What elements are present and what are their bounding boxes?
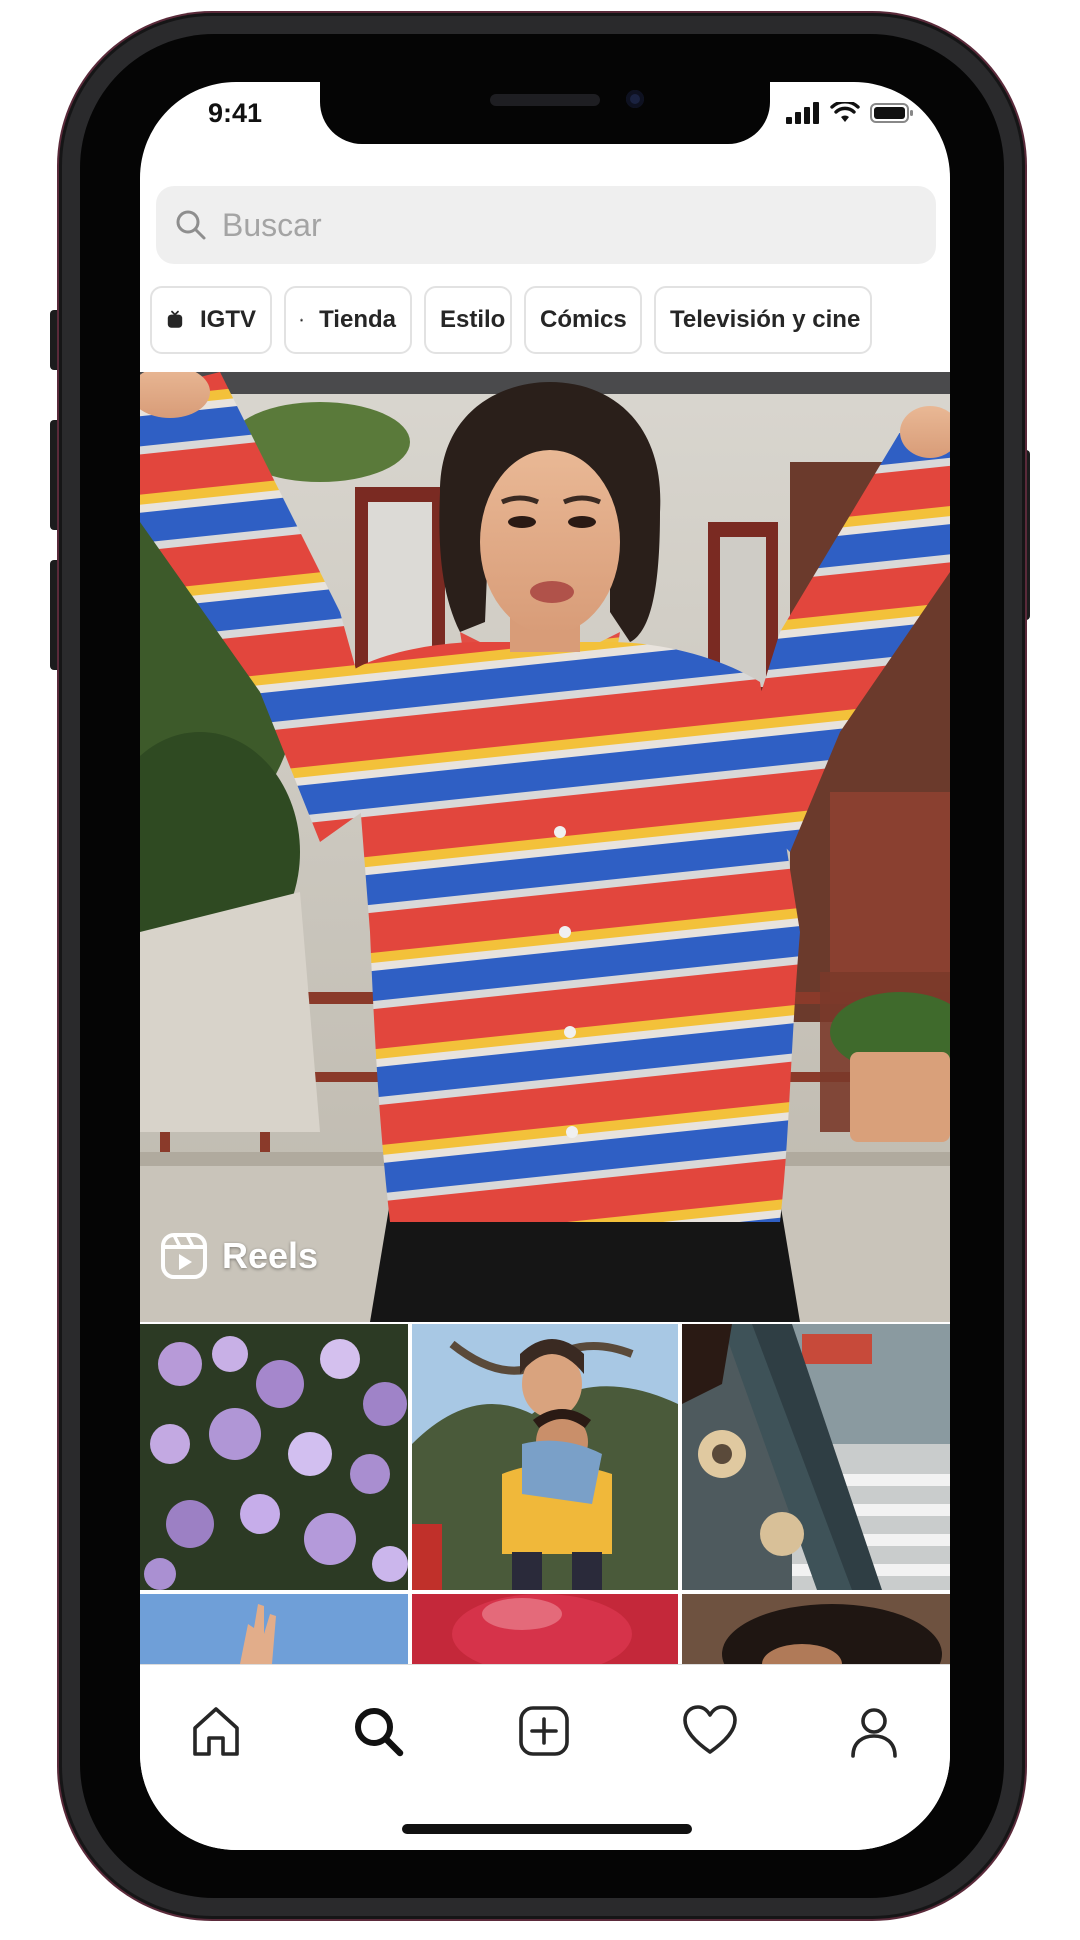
post-thumbnail — [140, 1324, 408, 1590]
nav-create[interactable] — [512, 1699, 576, 1763]
grid-post-red[interactable] — [412, 1594, 678, 1664]
chip-label: Tienda — [319, 306, 396, 333]
nav-activity[interactable] — [678, 1699, 742, 1763]
reels-icon — [161, 1233, 207, 1279]
notch — [320, 82, 770, 144]
nav-profile[interactable] — [842, 1699, 906, 1763]
plus-square-icon — [519, 1706, 569, 1756]
post-thumbnail — [412, 1324, 678, 1590]
grid-post-flowers[interactable] — [140, 1324, 408, 1590]
featured-reel-image — [140, 372, 950, 1322]
reels-label: Reels — [160, 1232, 318, 1280]
igtv-icon — [167, 310, 183, 328]
phone-screen: 9:41 Buscar IGTV Tienda Estilo Cómics Te… — [140, 82, 950, 1850]
chip-estilo[interactable]: Estilo — [424, 286, 512, 354]
featured-reel[interactable] — [140, 372, 950, 1322]
search-icon — [355, 1708, 404, 1757]
chip-label: Estilo — [440, 306, 506, 333]
search-icon — [176, 210, 206, 240]
cellular-signal-icon — [786, 102, 819, 124]
chip-igtv[interactable]: IGTV — [150, 286, 272, 354]
shopping-bag-icon — [300, 318, 303, 322]
search-bar[interactable] — [156, 186, 936, 264]
post-thumbnail — [682, 1324, 950, 1590]
bottom-nav — [140, 1664, 950, 1850]
grid-post-piggyback[interactable] — [412, 1324, 678, 1590]
chip-label: Cómics — [540, 306, 627, 333]
nav-search[interactable] — [346, 1699, 410, 1763]
earpiece-speaker — [490, 94, 600, 106]
grid-post-hand-sky[interactable] — [140, 1594, 408, 1664]
nav-home[interactable] — [184, 1699, 248, 1763]
chip-comics[interactable]: Cómics — [524, 286, 642, 354]
home-indicator — [402, 1824, 692, 1834]
post-thumbnail — [412, 1594, 678, 1664]
chip-tienda[interactable]: Tienda — [284, 286, 412, 354]
category-chips: IGTV Tienda Estilo Cómics Televisión y c… — [150, 286, 950, 358]
front-camera — [626, 90, 644, 108]
grid-post-skateboard[interactable] — [682, 1324, 950, 1590]
explore-grid — [140, 1324, 950, 1664]
search-input[interactable] — [220, 205, 904, 245]
post-thumbnail — [140, 1594, 408, 1664]
profile-icon — [851, 1708, 897, 1758]
stage: 9:41 Buscar IGTV Tienda Estilo Cómics Te… — [0, 0, 1080, 1940]
reels-label-text: Reels — [222, 1235, 319, 1276]
battery-icon — [870, 103, 913, 123]
chip-television-cine[interactable]: Televisión y cine — [654, 286, 872, 354]
heart-icon — [683, 1705, 737, 1754]
wifi-icon — [830, 102, 860, 122]
grid-post-portrait[interactable] — [682, 1594, 950, 1664]
status-icons — [786, 100, 914, 126]
status-time: 9:41 — [208, 98, 263, 128]
post-thumbnail — [682, 1594, 950, 1664]
chip-label: IGTV — [199, 306, 256, 333]
home-icon — [193, 1707, 239, 1756]
chip-label: Televisión y cine — [670, 306, 861, 333]
